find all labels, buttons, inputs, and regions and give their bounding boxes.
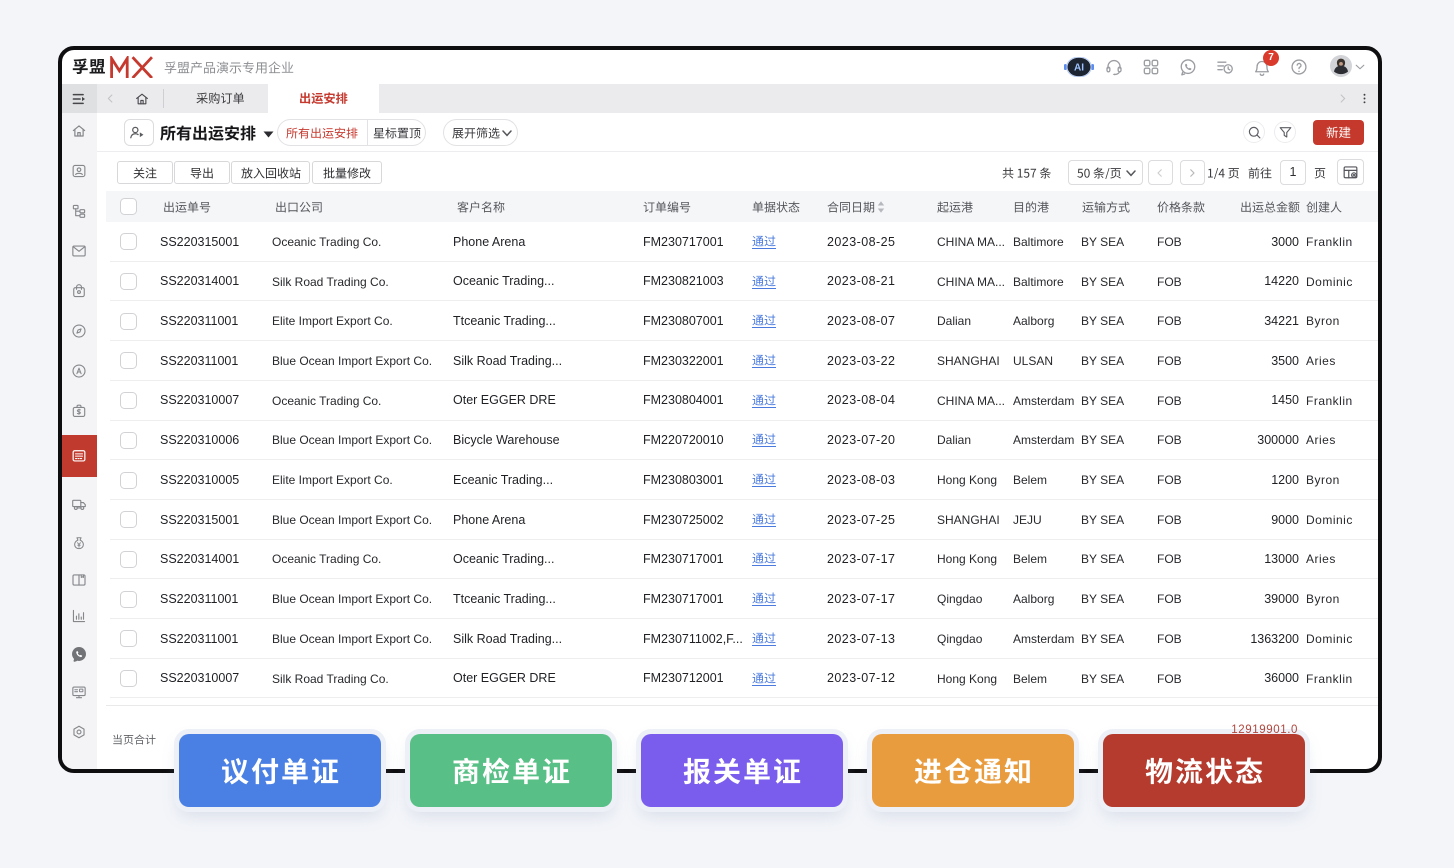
svg-text:AI: AI [1074, 63, 1084, 74]
